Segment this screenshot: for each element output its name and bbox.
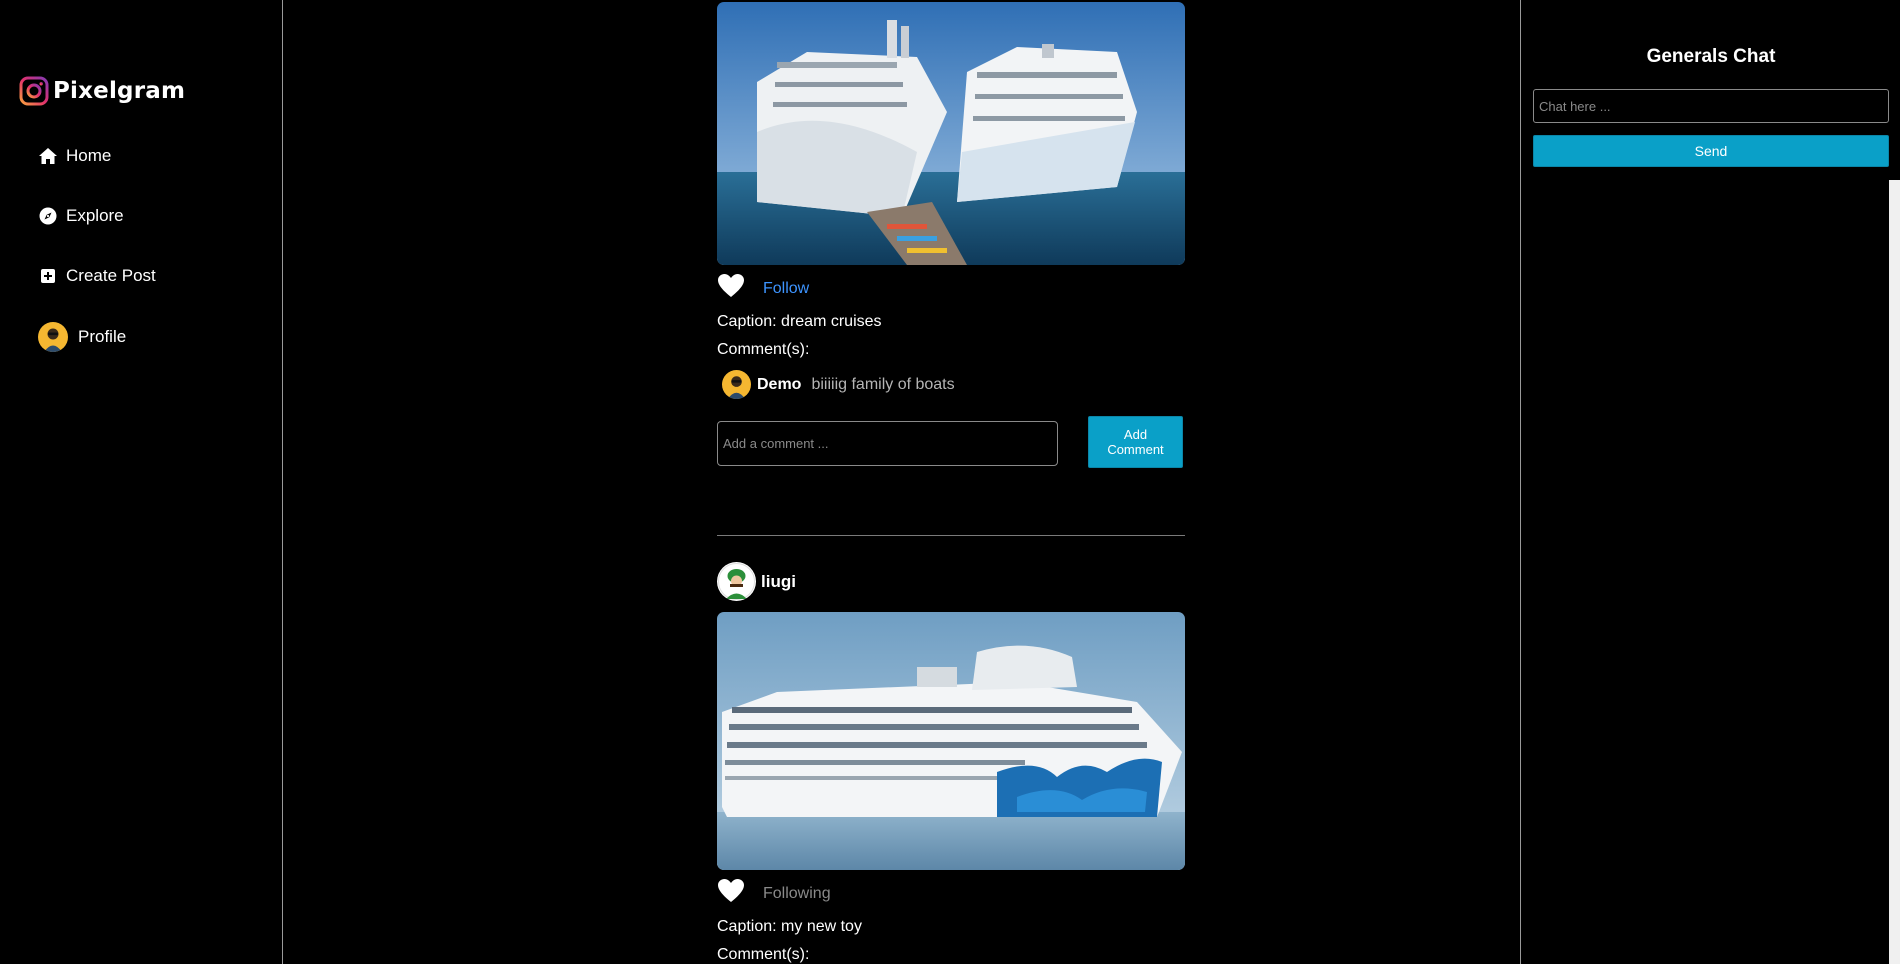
post-author-name[interactable]: liugi bbox=[761, 572, 796, 592]
sidebar: Pixelgram Home Explore Create Post Profi… bbox=[0, 0, 283, 964]
avatar bbox=[722, 370, 751, 399]
add-comment-button[interactable]: Add Comment bbox=[1088, 416, 1183, 468]
sidebar-item-label: Create Post bbox=[66, 266, 156, 285]
avatar bbox=[38, 322, 68, 352]
comment-text: biiiiig family of boats bbox=[811, 375, 955, 393]
instagram-icon bbox=[19, 76, 49, 106]
avatar bbox=[717, 562, 756, 601]
compass-icon bbox=[38, 206, 58, 226]
sidebar-item-explore[interactable]: Explore bbox=[38, 206, 124, 226]
following-button[interactable]: Following bbox=[763, 885, 831, 903]
post-image[interactable] bbox=[717, 612, 1185, 870]
post-author[interactable]: liugi bbox=[717, 562, 796, 601]
sidebar-item-label: Home bbox=[66, 146, 112, 165]
post-image[interactable] bbox=[717, 2, 1185, 265]
sidebar-item-label: Profile bbox=[78, 327, 127, 346]
post-actions: Follow bbox=[717, 273, 809, 304]
post-actions: Following bbox=[717, 878, 831, 909]
heart-icon[interactable] bbox=[717, 878, 745, 909]
logo[interactable]: Pixelgram bbox=[19, 76, 185, 106]
comments-label: Comment(s): bbox=[717, 946, 810, 963]
send-button[interactable]: Send bbox=[1533, 135, 1889, 167]
plus-square-icon bbox=[38, 266, 58, 286]
home-icon bbox=[38, 146, 58, 166]
follow-button[interactable]: Follow bbox=[763, 280, 809, 298]
sidebar-item-create-post[interactable]: Create Post bbox=[38, 266, 156, 286]
sidebar-item-home[interactable]: Home bbox=[38, 146, 111, 166]
post-caption: Caption: dream cruises bbox=[717, 313, 882, 330]
chat-scrollbar[interactable] bbox=[1889, 180, 1900, 964]
brand-name: Pixelgram bbox=[53, 78, 186, 104]
chat-input[interactable] bbox=[1533, 89, 1889, 123]
heart-icon[interactable] bbox=[717, 273, 745, 304]
comment: Demo biiiiig family of boats bbox=[722, 370, 955, 399]
post-divider bbox=[717, 535, 1185, 536]
comments-label: Comment(s): bbox=[717, 341, 810, 358]
chat-panel: Generals Chat Send bbox=[1520, 0, 1900, 964]
post-caption: Caption: my new toy bbox=[717, 918, 862, 935]
add-comment-input[interactable] bbox=[717, 421, 1058, 466]
sidebar-item-label: Explore bbox=[66, 206, 124, 225]
comment-username[interactable]: Demo bbox=[757, 376, 801, 394]
chat-title: Generals Chat bbox=[1646, 46, 1776, 67]
sidebar-item-profile[interactable]: Profile bbox=[38, 322, 126, 352]
